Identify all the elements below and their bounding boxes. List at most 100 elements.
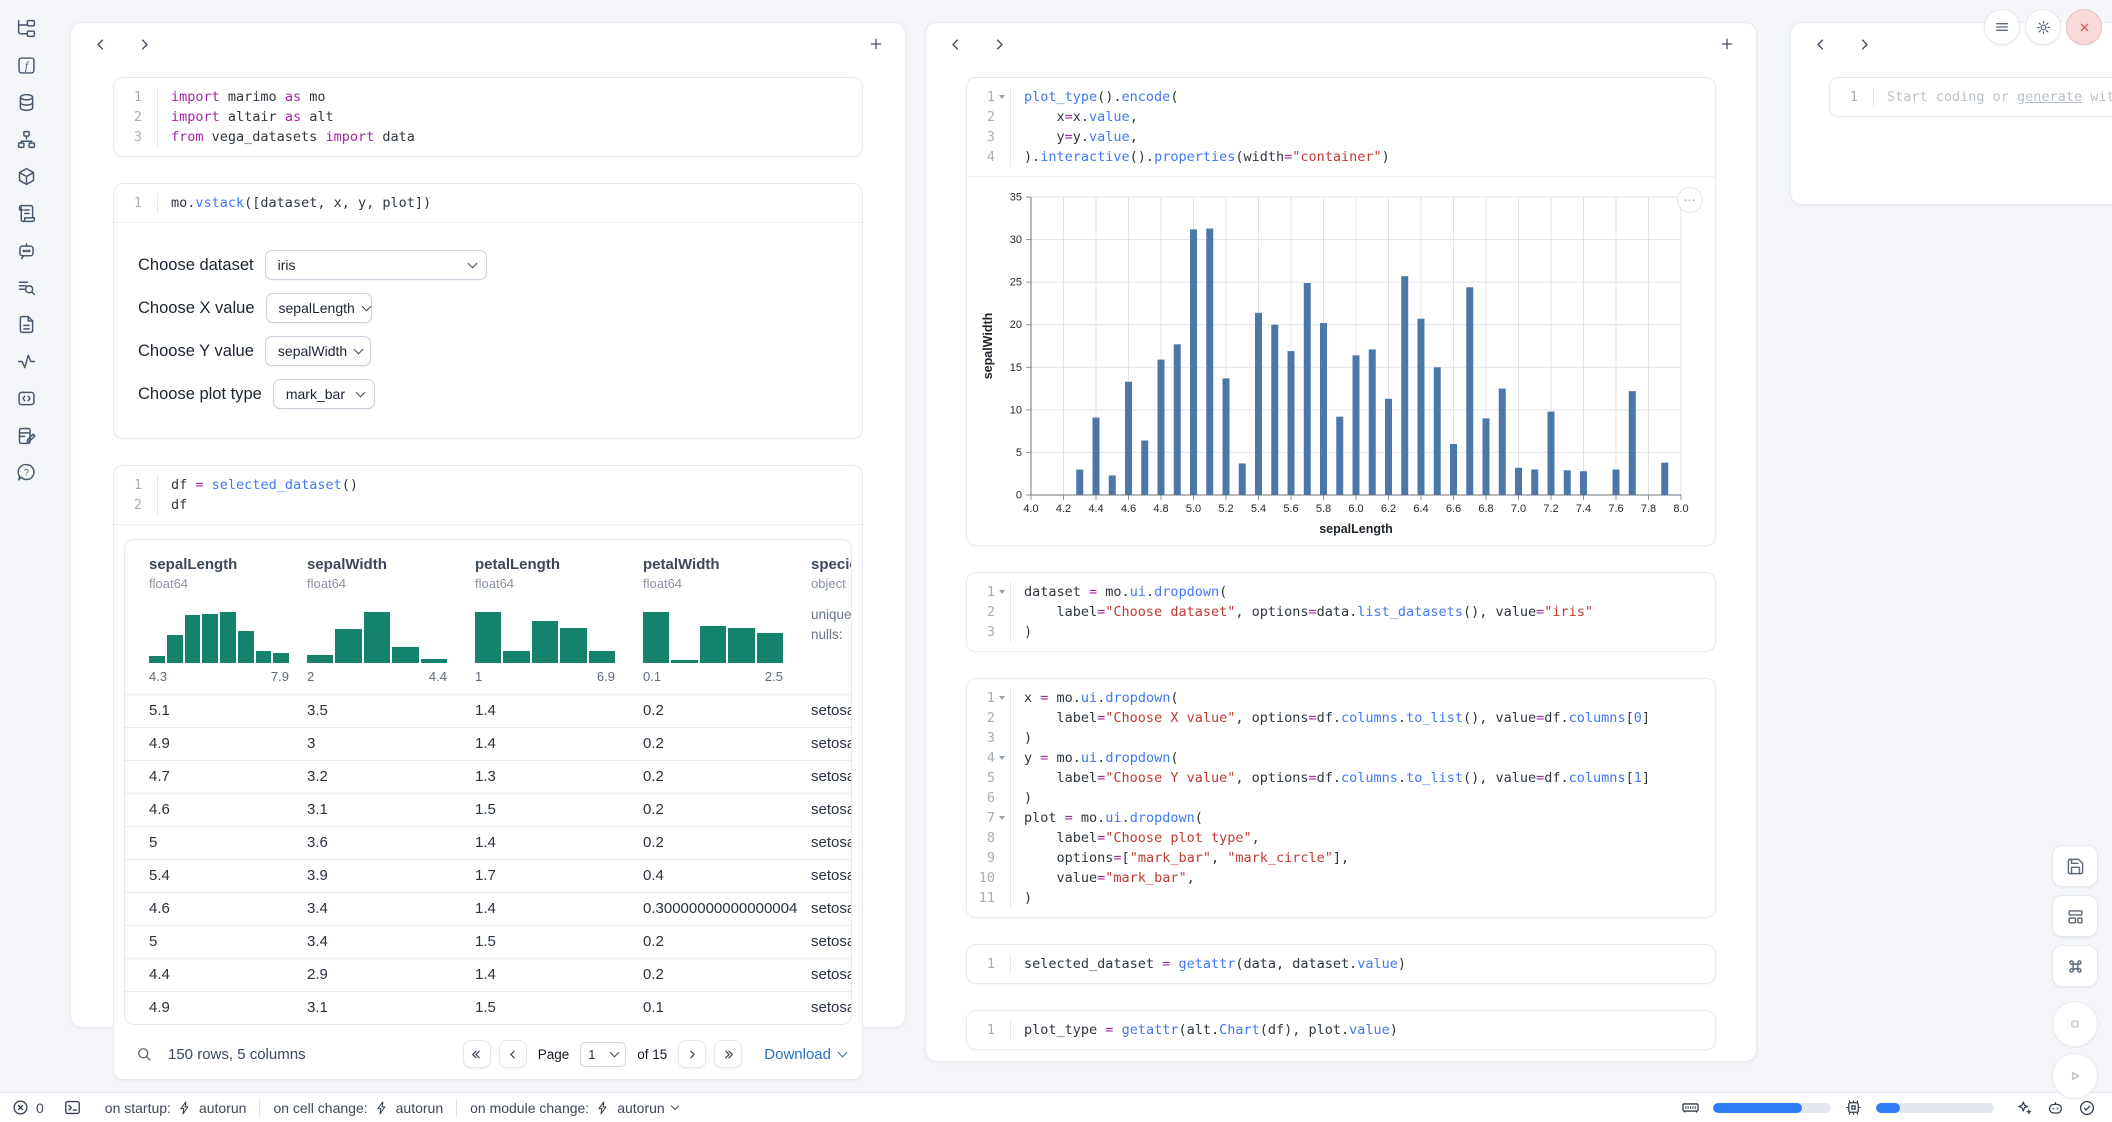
line-number: 1 xyxy=(967,87,995,107)
notebook-column-right: 1 Start coding or generate with AI. xyxy=(1790,22,2112,205)
chevron-left-icon[interactable] xyxy=(944,33,966,55)
chevron-right-icon[interactable] xyxy=(988,33,1010,55)
run-icon[interactable] xyxy=(2052,1053,2098,1099)
setting-label: on startup: xyxy=(105,1100,171,1116)
control-row: Choose Y value sepalWidth xyxy=(138,336,838,366)
logs-icon[interactable] xyxy=(14,201,38,225)
svg-text:15: 15 xyxy=(1010,362,1022,374)
on-startup-setting[interactable]: on startup: autorun xyxy=(105,1100,247,1116)
code-editor[interactable]: 1plot_type = getattr(alt.Chart(df), plot… xyxy=(967,1011,1715,1049)
line-number: 1 xyxy=(967,1020,995,1040)
help-icon[interactable]: ? xyxy=(14,460,38,484)
data-sources-icon[interactable] xyxy=(14,90,38,114)
table-column-header[interactable]: sepalWidthfloat6424.4 xyxy=(307,556,475,684)
chevron-right-icon[interactable] xyxy=(1853,33,1875,55)
code-editor[interactable]: 1x = mo.ui.dropdown(2 label="Choose X va… xyxy=(967,679,1715,917)
svg-text:4.8: 4.8 xyxy=(1153,503,1168,515)
plot-type-dropdown[interactable]: mark_bar xyxy=(273,379,375,409)
chevron-left-icon[interactable] xyxy=(1809,33,1831,55)
code-editor[interactable]: 1import marimo as mo2import altair as al… xyxy=(114,78,862,156)
table-row: 5.13.51.40.2setosa xyxy=(125,694,852,727)
download-button[interactable]: Download xyxy=(764,1046,846,1063)
line-number: 2 xyxy=(967,602,995,622)
ai-sparkles-icon[interactable] xyxy=(2015,1099,2033,1117)
column-histogram xyxy=(475,605,615,663)
svg-text:4.2: 4.2 xyxy=(1056,503,1071,515)
table-column-header[interactable]: petalWidthfloat640.12.5 xyxy=(643,556,811,684)
error-indicator[interactable]: 0 xyxy=(12,1099,44,1116)
fold-chevron-icon[interactable] xyxy=(995,87,1011,107)
table-column-header[interactable]: speciesobjectunique:nulls: xyxy=(811,556,852,684)
setting-label: on cell change: xyxy=(273,1100,367,1116)
search-icon[interactable] xyxy=(132,1042,156,1066)
fold-chevron-icon[interactable] xyxy=(995,748,1011,768)
svg-text:5.4: 5.4 xyxy=(1251,503,1266,515)
layout-icon[interactable] xyxy=(2052,895,2098,937)
chevron-left-icon[interactable] xyxy=(89,33,111,55)
terminal-icon[interactable] xyxy=(63,1098,82,1117)
close-icon[interactable] xyxy=(2066,9,2102,45)
table-column-header[interactable]: sepalLengthfloat644.37.9 xyxy=(149,556,307,684)
error-circle-icon xyxy=(12,1099,29,1116)
find-replace-icon[interactable] xyxy=(14,275,38,299)
code-editor[interactable]: 1dataset = mo.ui.dropdown(2 label="Choos… xyxy=(967,573,1715,651)
chevron-right-icon[interactable] xyxy=(133,33,155,55)
gear-icon[interactable] xyxy=(2025,9,2061,45)
on-cell-change-setting[interactable]: on cell change: autorun xyxy=(273,1100,443,1116)
page-select[interactable]: 1 xyxy=(580,1042,626,1067)
x-value-dropdown[interactable]: sepalLength xyxy=(266,293,372,323)
add-cell-icon[interactable] xyxy=(1716,33,1738,55)
packages-icon[interactable] xyxy=(14,164,38,188)
dependencies-icon[interactable] xyxy=(14,127,38,151)
generate-link[interactable]: generate xyxy=(2017,89,2082,105)
last-page-button[interactable] xyxy=(714,1040,742,1068)
fold-chevron-icon[interactable] xyxy=(995,688,1011,708)
svg-text:4.4: 4.4 xyxy=(1088,503,1103,515)
code-editor[interactable]: 1df = selected_dataset()2df xyxy=(114,466,862,524)
setting-value: autorun xyxy=(199,1100,246,1116)
cell-output-chart[interactable]: 051015202530354.04.24.44.64.85.05.25.45.… xyxy=(967,176,1715,545)
chevron-down-icon xyxy=(670,1102,678,1110)
line-number: 1 xyxy=(1830,87,1858,107)
command-icon[interactable] xyxy=(2052,945,2098,987)
divider xyxy=(259,1100,260,1116)
lightning-bolt-icon xyxy=(178,1101,192,1115)
first-page-button[interactable] xyxy=(463,1040,491,1068)
y-value-dropdown[interactable]: sepalWidth xyxy=(265,336,371,366)
table-row: 4.42.91.40.2setosa xyxy=(125,958,852,991)
on-module-change-setting[interactable]: on module change: autorun xyxy=(470,1100,678,1116)
panel-header xyxy=(71,23,905,65)
scratchpad-icon[interactable] xyxy=(14,423,38,447)
fold-chevron-icon[interactable] xyxy=(995,808,1011,828)
save-icon[interactable] xyxy=(2052,845,2098,887)
documentation-icon[interactable] xyxy=(14,312,38,336)
svg-text:sepalLength: sepalLength xyxy=(1319,522,1393,536)
code-editor[interactable]: 1selected_dataset = getattr(data, datase… xyxy=(967,945,1715,983)
snippets-icon[interactable] xyxy=(14,386,38,410)
tracing-icon[interactable] xyxy=(14,349,38,373)
line-number: 6 xyxy=(967,788,995,808)
assistant-bot-icon[interactable] xyxy=(2046,1098,2065,1117)
lightning-bolt-icon xyxy=(375,1101,389,1115)
next-page-button[interactable] xyxy=(678,1040,706,1068)
file-explorer-icon[interactable] xyxy=(14,16,38,40)
code-editor[interactable]: 1plot_type().encode(2 x=x.value,3 y=y.va… xyxy=(967,78,1715,176)
prev-page-button[interactable] xyxy=(499,1040,527,1068)
variables-icon[interactable]: f xyxy=(14,53,38,77)
add-cell-icon[interactable] xyxy=(865,33,887,55)
fold-chevron-icon[interactable] xyxy=(995,582,1011,602)
chat-icon[interactable] xyxy=(14,238,38,262)
code-editor[interactable]: 1mo.vstack([dataset, x, y, plot]) xyxy=(114,184,862,222)
code-editor[interactable]: 1 Start coding or generate with AI. xyxy=(1830,78,2112,116)
stop-icon[interactable] xyxy=(2052,1001,2098,1047)
line-number: 11 xyxy=(967,888,995,908)
line-number: 9 xyxy=(967,848,995,868)
chart-menu-icon[interactable]: ⋯ xyxy=(1677,187,1703,213)
connection-status-icon[interactable] xyxy=(2078,1099,2096,1117)
dataset-dropdown[interactable]: iris xyxy=(265,250,487,280)
notebook-column-middle: 1plot_type().encode(2 x=x.value,3 y=y.va… xyxy=(925,22,1757,1062)
menu-icon[interactable] xyxy=(1984,9,2020,45)
column-meta: unique:nulls: xyxy=(811,605,852,645)
cell-dataframe: 1df = selected_dataset()2df sepalLengthf… xyxy=(113,465,863,1080)
table-column-header[interactable]: petalLengthfloat6416.9 xyxy=(475,556,643,684)
